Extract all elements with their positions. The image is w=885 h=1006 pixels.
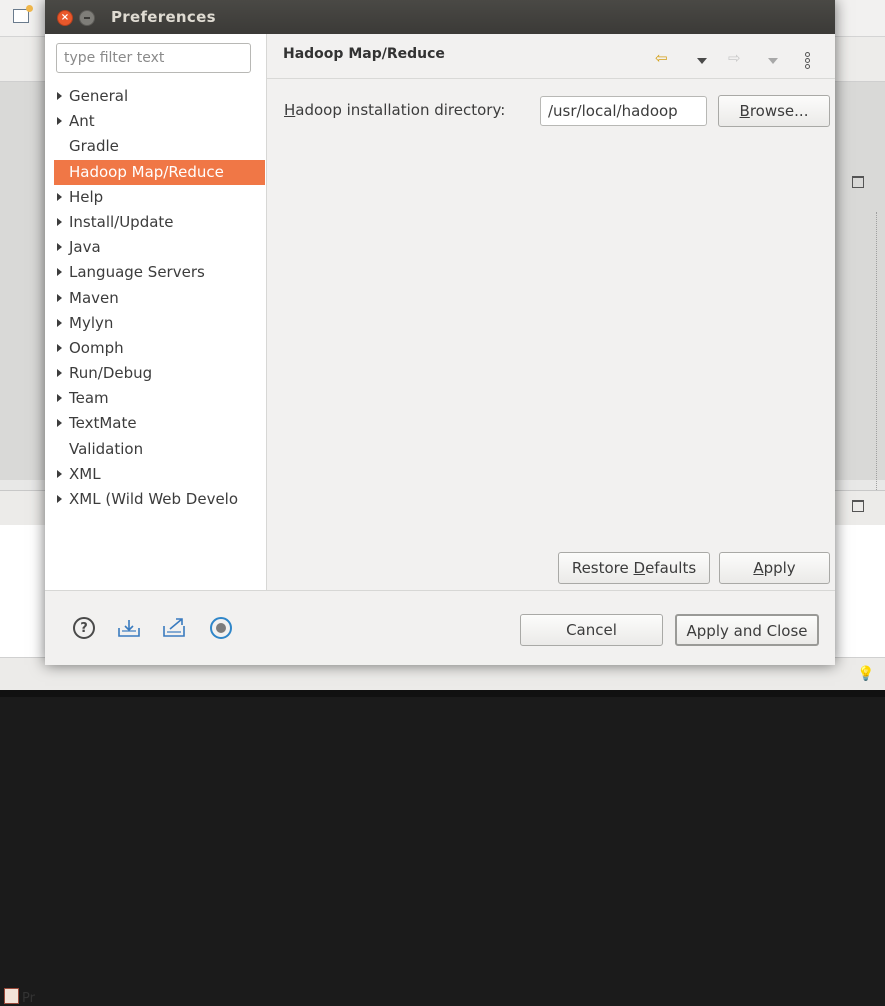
tree-item-label: Install/Update [69, 212, 174, 231]
problems-icon [4, 988, 19, 1004]
tree-item[interactable]: Install/Update [54, 210, 265, 235]
tree-item-label: Maven [69, 288, 119, 307]
forward-arrow-icon[interactable]: ⇨ [728, 50, 741, 66]
hadoop-dir-label: Hadoop installation directory: [284, 101, 505, 119]
tree-item-label: XML (Wild Web Develo [69, 490, 239, 508]
preference-tree-panel: General Ant Gradle Hadoop Map/Reduce Hel… [45, 34, 267, 590]
expand-arrow-icon[interactable] [57, 92, 62, 100]
button-label: Restore [571, 559, 634, 577]
expand-arrow-icon[interactable] [57, 419, 62, 428]
page-header: Hadoop Map/Reduce ⇦ ⇨ [267, 34, 835, 78]
tree-item-label: Oomph [69, 338, 124, 357]
apply-button[interactable]: Apply [719, 552, 830, 584]
screen-edge [0, 690, 885, 697]
expand-arrow-icon[interactable] [57, 293, 62, 302]
expand-arrow-icon[interactable] [57, 343, 62, 352]
button-label: rowse... [749, 102, 809, 120]
tree-item[interactable]: Oomph [54, 336, 265, 361]
new-window-icon[interactable] [13, 5, 33, 23]
lightbulb-icon[interactable]: 💡 [857, 666, 874, 682]
apply-and-close-button[interactable]: Apply and Close [675, 614, 819, 646]
button-label: efaults [645, 559, 697, 577]
mnemonic: A [753, 559, 764, 577]
dialog-title: Preferences [111, 8, 216, 26]
browse-button[interactable]: Browse... [718, 95, 830, 127]
tree-item-label: XML [69, 464, 101, 483]
mnemonic: H [284, 101, 296, 119]
export-icon[interactable] [162, 616, 188, 638]
dialog-titlebar: × Preferences [45, 0, 835, 34]
preferences-dialog: × Preferences General Ant Gradle Hadoop … [45, 0, 835, 665]
tree-item-selected[interactable]: Hadoop Map/Reduce [54, 159, 265, 185]
expand-arrow-icon[interactable] [57, 217, 62, 226]
tree-item[interactable]: Help [54, 185, 265, 210]
tree-item[interactable]: Run/Debug [54, 361, 265, 386]
mnemonic: B [739, 102, 750, 120]
button-bar-divider [45, 590, 835, 591]
back-dropdown-icon[interactable] [697, 58, 707, 64]
header-divider [267, 78, 835, 79]
tree-item[interactable]: Ant [54, 109, 265, 134]
problems-tab-label: Pr [22, 991, 35, 1006]
label-text: adoop installation directory: [295, 101, 506, 119]
tree-item-label: Help [69, 187, 104, 206]
back-arrow-icon[interactable]: ⇦ [655, 50, 668, 66]
tree-item[interactable]: General [54, 84, 265, 109]
maximize-icon[interactable] [852, 176, 864, 188]
tree-item[interactable]: XML (Wild Web Develo [54, 487, 265, 512]
cancel-button[interactable]: Cancel [520, 614, 663, 646]
page-title: Hadoop Map/Reduce [283, 46, 445, 62]
restore-defaults-button[interactable]: Restore Defaults [558, 552, 710, 584]
maximize-icon[interactable] [852, 500, 864, 512]
expand-arrow-icon[interactable] [57, 318, 62, 327]
tree-item[interactable]: Validation [54, 437, 265, 462]
filter-input[interactable] [56, 43, 251, 73]
tree-item-label: Validation [69, 439, 144, 458]
tree-item-label: General [69, 87, 129, 105]
tree-item[interactable]: Maven [54, 286, 265, 311]
expand-arrow-icon[interactable] [57, 243, 62, 252]
tree-item[interactable]: XML [54, 462, 265, 487]
button-label: pply [763, 559, 796, 577]
tree-item-label: Mylyn [69, 313, 114, 332]
tree-item[interactable]: Team [54, 386, 265, 411]
forward-dropdown-icon[interactable] [768, 58, 778, 64]
tree-item[interactable]: TextMate [54, 411, 265, 436]
tree-item[interactable]: Java [54, 235, 265, 260]
oomph-record-icon[interactable] [210, 617, 232, 639]
close-icon: × [60, 12, 70, 23]
tree-item-label: Hadoop Map/Reduce [69, 162, 224, 181]
expand-arrow-icon[interactable] [57, 117, 62, 126]
tree-item-label: Language Servers [69, 263, 205, 282]
tree-item-label: Run/Debug [69, 364, 153, 383]
expand-arrow-icon[interactable] [57, 192, 62, 201]
tree-item-label: TextMate [69, 414, 137, 433]
tree-item-label: Gradle [69, 137, 119, 156]
view-menu-icon[interactable] [805, 52, 810, 70]
problems-tab[interactable]: Pr [4, 988, 35, 1006]
expand-arrow-icon[interactable] [57, 268, 62, 277]
preference-tree: General Ant Gradle Hadoop Map/Reduce Hel… [54, 84, 265, 512]
tree-item[interactable]: Language Servers [54, 260, 265, 285]
mnemonic: D [633, 559, 646, 577]
expand-arrow-icon[interactable] [57, 394, 62, 403]
tree-item-label: Java [69, 238, 101, 257]
tree-item-label: Ant [69, 112, 95, 131]
expand-arrow-icon[interactable] [57, 495, 62, 503]
expand-arrow-icon[interactable] [57, 369, 62, 378]
hadoop-dir-input[interactable] [540, 96, 707, 126]
help-icon[interactable]: ? [73, 617, 95, 639]
tree-item-label: Team [69, 389, 109, 408]
import-icon[interactable] [117, 618, 141, 638]
tree-item[interactable]: Mylyn [54, 311, 265, 336]
tree-item[interactable]: Gradle [54, 134, 265, 159]
minimize-button[interactable] [79, 10, 95, 26]
expand-arrow-icon[interactable] [57, 469, 62, 478]
close-button[interactable]: × [57, 10, 73, 26]
